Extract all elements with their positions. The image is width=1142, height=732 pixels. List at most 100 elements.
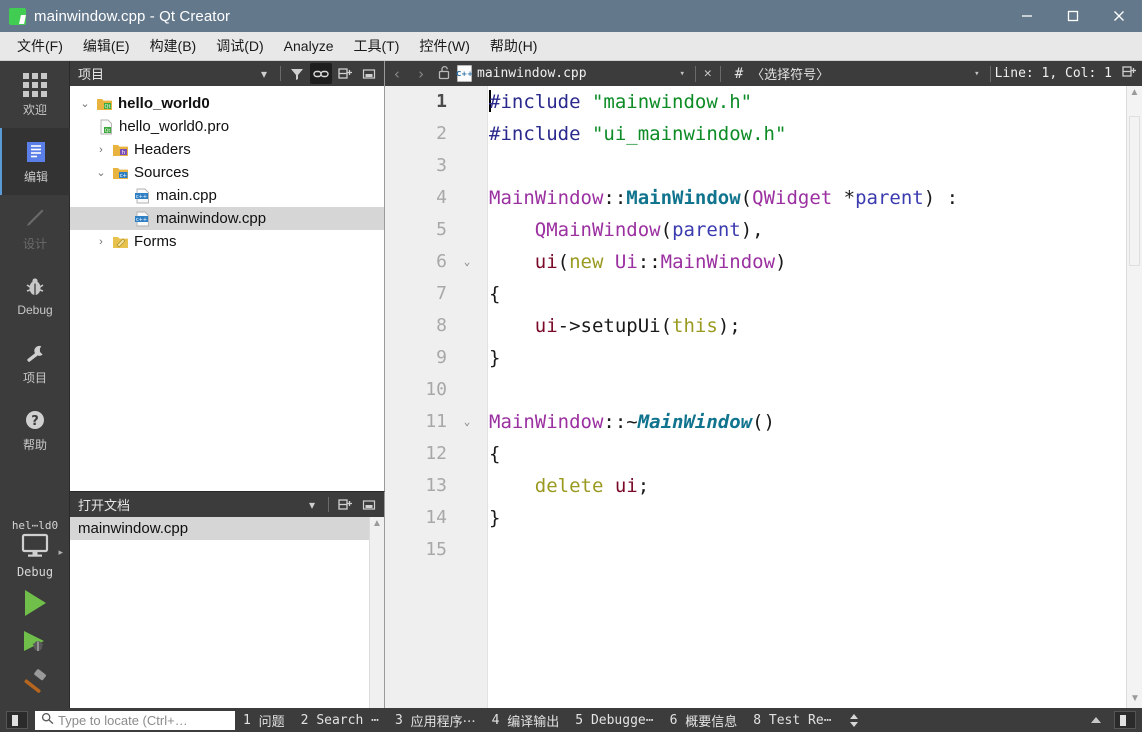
- output-pane-compile[interactable]: 4 编译输出: [484, 708, 568, 732]
- run-button[interactable]: [0, 583, 70, 623]
- code-line[interactable]: 7{: [436, 278, 1126, 310]
- tree-item-hello-world0-pro[interactable]: Qt hello_world0.pro: [70, 115, 384, 138]
- code-line[interactable]: 6 ⌄ ui(new Ui::MainWindow): [436, 246, 1126, 278]
- menu-debug[interactable]: 调试(D): [207, 32, 272, 60]
- code-line[interactable]: 10: [425, 374, 1126, 406]
- run-controls: hel⋯ld0 ▸ Debug: [0, 515, 70, 708]
- build-button[interactable]: [0, 663, 70, 703]
- output-pane-debugger[interactable]: 5 Debugge⋯: [567, 708, 661, 732]
- output-toggle-icon[interactable]: [1114, 711, 1136, 729]
- chevron-down-icon[interactable]: ▾: [301, 494, 323, 515]
- symbol-selector[interactable]: 〈选择符号〉: [751, 64, 829, 83]
- split-editor-icon[interactable]: [1122, 65, 1142, 82]
- chevron-collapsed-icon[interactable]: ›: [92, 144, 110, 156]
- open-document-item[interactable]: mainwindow.cpp: [70, 517, 384, 540]
- chevron-expanded-icon[interactable]: ⌄: [92, 166, 110, 179]
- filter-icon[interactable]: [286, 63, 308, 84]
- mode-projects[interactable]: 项目: [0, 329, 70, 396]
- scroll-down-icon[interactable]: ▼: [1127, 692, 1142, 706]
- menu-tools[interactable]: 工具(T): [344, 32, 408, 60]
- code-line[interactable]: 2 #include "ui_mainwindow.h": [436, 118, 1126, 150]
- close-button[interactable]: [1096, 0, 1142, 32]
- nav-forward-button[interactable]: ›: [409, 65, 433, 83]
- menu-build[interactable]: 构建(B): [141, 32, 206, 60]
- menu-window[interactable]: 控件(W): [410, 32, 479, 60]
- close-panel-icon[interactable]: [358, 63, 380, 84]
- code-line-text: {: [489, 283, 500, 305]
- open-documents-scrollbar[interactable]: ▲: [369, 517, 384, 709]
- sources-folder-icon: c+: [110, 165, 131, 180]
- tree-item-hello-world0[interactable]: ⌄ Qt hello_world0: [70, 92, 384, 115]
- mode-debug[interactable]: Debug: [0, 262, 70, 329]
- code-editor[interactable]: 1 #include "mainwindow.h" 2 #include "ui_ma…: [385, 86, 1142, 708]
- project-panel-toolbar: ▾: [253, 63, 380, 84]
- output-pane-application[interactable]: 3 应用程序⋯: [387, 708, 484, 732]
- code-line-text: MainWindow::~MainWindow(): [489, 411, 775, 433]
- close-document-icon[interactable]: ✕: [700, 66, 716, 81]
- menu-help[interactable]: 帮助(H): [481, 32, 546, 60]
- code-line[interactable]: 15: [425, 534, 1126, 566]
- kit-selector[interactable]: hel⋯ld0 ▸ Debug: [0, 515, 70, 583]
- sidebar-toggle-icon[interactable]: [6, 711, 28, 729]
- code-line[interactable]: 3: [436, 150, 1126, 182]
- nav-back-button[interactable]: ‹: [385, 65, 409, 83]
- code-text-area[interactable]: 1 #include "mainwindow.h" 2 #include "ui_ma…: [425, 86, 1126, 708]
- tree-item-forms[interactable]: › Forms: [70, 230, 384, 253]
- code-token: ) :: [923, 187, 959, 209]
- tree-item-sources[interactable]: ⌄ c+ Sources: [70, 161, 384, 184]
- menu-analyze[interactable]: Analyze: [275, 34, 343, 58]
- unlocked-padlock-icon[interactable]: [433, 65, 455, 83]
- output-pane-issues[interactable]: 1 问题: [235, 708, 293, 732]
- code-line[interactable]: 13 delete ui;: [425, 470, 1126, 502]
- scroll-up-icon[interactable]: ▲: [370, 517, 384, 531]
- code-line[interactable]: 4 MainWindow::MainWindow(QWidget *parent)…: [436, 182, 1126, 214]
- editor-scrollbar[interactable]: ▲ ▼: [1126, 86, 1142, 708]
- minimize-button[interactable]: [1004, 0, 1050, 32]
- code-line[interactable]: 1 #include "mainwindow.h": [436, 86, 1126, 118]
- menu-file[interactable]: 文件(F): [8, 32, 72, 60]
- mode-edit[interactable]: 编辑: [0, 128, 70, 195]
- debug-run-button[interactable]: [0, 623, 70, 663]
- scroll-up-icon[interactable]: ▲: [1127, 86, 1142, 100]
- code-line[interactable]: 5 QMainWindow(parent),: [436, 214, 1126, 246]
- mode-help[interactable]: ? 帮助: [0, 396, 70, 463]
- menu-edit[interactable]: 编辑(E): [74, 32, 139, 60]
- editor-filename[interactable]: mainwindow.cpp: [477, 66, 587, 81]
- code-line[interactable]: 11 ⌄ MainWindow::~MainWindow(): [425, 406, 1126, 438]
- file-chevron-down-icon[interactable]: ▾: [673, 69, 690, 79]
- chevron-down-icon[interactable]: ▾: [253, 63, 275, 84]
- code-token: ui: [534, 251, 558, 273]
- tree-item-headers[interactable]: › h Headers: [70, 138, 384, 161]
- sync-link-icon[interactable]: [310, 63, 332, 84]
- collapse-up-icon[interactable]: [1082, 708, 1110, 732]
- output-pane-test-results[interactable]: 8 Test Re⋯: [745, 708, 839, 732]
- tree-item-main-cpp[interactable]: c++ main.cpp: [70, 184, 384, 207]
- line-number: 14: [425, 507, 447, 528]
- scrollbar-thumb[interactable]: [1129, 116, 1140, 266]
- output-pane-search[interactable]: 2 Search ⋯: [293, 708, 387, 732]
- chevron-expanded-icon[interactable]: ⌄: [76, 97, 94, 110]
- mode-welcome[interactable]: 欢迎: [0, 61, 70, 128]
- output-pane-overview[interactable]: 6 概要信息: [662, 708, 746, 732]
- close-panel-icon[interactable]: [358, 494, 380, 515]
- mode-projects-label: 项目: [22, 370, 47, 385]
- code-line[interactable]: 14}: [425, 502, 1126, 534]
- svg-text:Qt: Qt: [105, 104, 111, 110]
- chevron-collapsed-icon[interactable]: ›: [92, 236, 110, 248]
- fold-marker-icon[interactable]: ⌄: [459, 406, 475, 438]
- split-icon[interactable]: [334, 494, 356, 515]
- fold-marker-icon[interactable]: ⌄: [459, 246, 475, 278]
- code-line-text: QMainWindow(parent),: [489, 219, 764, 241]
- line-number: 15: [425, 539, 447, 560]
- updown-arrows-icon[interactable]: [840, 708, 868, 732]
- code-token: ->setupUi(: [557, 315, 673, 337]
- code-line-text: MainWindow::MainWindow(QWidget *parent) …: [489, 187, 958, 209]
- maximize-button[interactable]: [1050, 0, 1096, 32]
- code-line[interactable]: 9}: [436, 342, 1126, 374]
- split-icon[interactable]: [334, 63, 356, 84]
- tree-item-mainwindow-cpp[interactable]: c++ mainwindow.cpp: [70, 207, 384, 230]
- locator-input[interactable]: Type to locate (Ctrl+…: [35, 710, 235, 730]
- code-line[interactable]: 12 {: [425, 438, 1126, 470]
- symbol-chevron-down-icon[interactable]: ▾: [968, 69, 985, 79]
- code-line[interactable]: 8 ui->setupUi(this);: [436, 310, 1126, 342]
